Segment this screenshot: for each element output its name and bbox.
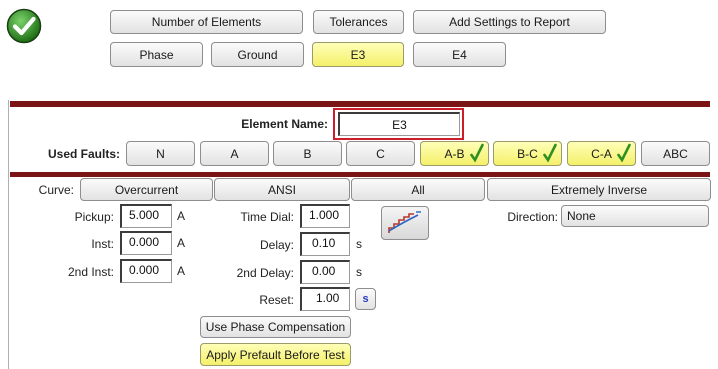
checkmark-icon — [543, 143, 557, 163]
delay-unit: s — [356, 237, 362, 251]
delay-label: Delay: — [259, 238, 294, 252]
second-inst-label: 2nd Inst: — [67, 265, 114, 279]
fault-bc-label: B-C — [517, 146, 538, 161]
fault-bc-button[interactable]: B-C — [493, 141, 562, 166]
second-delay-field[interactable]: 0.00 — [300, 260, 350, 284]
add-settings-to-report-button[interactable]: Add Settings to Report — [413, 10, 606, 34]
pickup-field[interactable]: 5.000 — [120, 204, 172, 228]
curve-graph-icon — [388, 211, 421, 233]
curve-characteristic-button[interactable]: Extremely Inverse — [487, 178, 711, 201]
inst-label: Inst: — [91, 237, 114, 251]
curve-graph-button[interactable] — [381, 206, 429, 240]
element-name-label: Element Name: — [241, 117, 328, 131]
pickup-unit: A — [177, 209, 186, 223]
second-delay-label: 2nd Delay: — [236, 266, 294, 280]
tab-e3[interactable]: E3 — [312, 42, 404, 67]
window-left-edge — [8, 100, 9, 369]
fault-ca-label: C-A — [591, 146, 612, 161]
fault-abc-label: ABC — [663, 146, 688, 161]
fault-ab-button[interactable]: A-B — [420, 141, 489, 166]
checkmark-icon — [617, 143, 631, 163]
fault-c-button[interactable]: C — [346, 141, 415, 166]
fault-b-label: B — [303, 146, 312, 161]
curve-type-button[interactable]: Overcurrent — [80, 178, 213, 201]
curve-standard-button[interactable]: ANSI — [214, 178, 350, 201]
apply-prefault-button[interactable]: Apply Prefault Before Test — [200, 343, 351, 366]
fault-n-button[interactable]: N — [126, 141, 195, 166]
tab-phase[interactable]: Phase — [110, 42, 203, 67]
curve-label: Curve: — [38, 183, 74, 197]
second-inst-field[interactable]: 0.000 — [120, 259, 172, 283]
delay-field[interactable]: 0.10 — [300, 232, 350, 256]
pickup-label: Pickup: — [74, 210, 114, 224]
number-of-elements-button[interactable]: Number of Elements — [110, 10, 303, 34]
section-divider — [10, 172, 710, 177]
time-dial-label: Time Dial: — [240, 210, 294, 224]
section-divider — [10, 101, 710, 107]
fault-a-button[interactable]: A — [200, 141, 269, 166]
second-inst-unit: A — [177, 264, 186, 278]
tolerances-button[interactable]: Tolerances — [313, 10, 404, 34]
second-delay-unit: s — [356, 265, 362, 279]
reset-label: Reset: — [259, 293, 294, 307]
fault-b-button[interactable]: B — [273, 141, 342, 166]
tab-ground[interactable]: Ground — [211, 42, 304, 67]
fault-ca-button[interactable]: C-A — [567, 141, 636, 166]
inst-unit: A — [177, 236, 186, 250]
reset-unit-button[interactable]: s — [355, 288, 376, 310]
fault-a-label: A — [230, 146, 239, 161]
element-name-field[interactable]: E3 — [338, 112, 460, 136]
curve-filter-button[interactable]: All — [351, 178, 485, 201]
fault-ab-label: A-B — [444, 146, 465, 161]
direction-dropdown[interactable]: None — [561, 205, 709, 227]
direction-value: None — [567, 209, 596, 223]
fault-c-label: C — [376, 146, 385, 161]
green-checkmark-icon — [6, 8, 42, 44]
checkmark-icon — [470, 143, 484, 163]
tab-e4[interactable]: E4 — [413, 42, 506, 67]
use-phase-compensation-button[interactable]: Use Phase Compensation — [200, 316, 351, 338]
used-faults-label: Used Faults: — [47, 147, 120, 161]
inst-field[interactable]: 0.000 — [120, 231, 172, 255]
time-dial-field[interactable]: 1.000 — [300, 204, 350, 228]
fault-abc-button[interactable]: ABC — [641, 141, 710, 166]
fault-n-label: N — [156, 146, 165, 161]
direction-label: Direction: — [507, 210, 558, 224]
reset-field[interactable]: 1.00 — [300, 287, 350, 311]
